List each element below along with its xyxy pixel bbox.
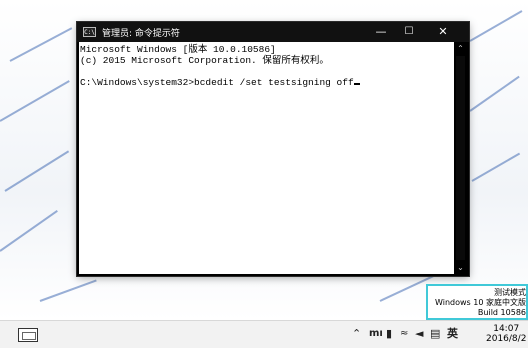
task-view-button[interactable]	[18, 328, 38, 342]
network-icon: ≈	[400, 328, 409, 339]
show-hidden-icons-button[interactable]: ⌃	[352, 327, 361, 341]
mi-icon: mı	[369, 328, 383, 339]
wallpaper-streak	[0, 80, 70, 122]
command-prompt-window[interactable]: C:\ 管理员: 命令提示符 — ☐ ✕ Microsoft Windows […	[77, 22, 469, 276]
system-clock[interactable]: 14:07 2016/8/2	[486, 324, 526, 344]
window-titlebar[interactable]: C:\ 管理员: 命令提示符 — ☐ ✕	[77, 22, 469, 42]
vertical-scrollbar[interactable]: ⌃ ⌄	[454, 42, 467, 274]
wallpaper-streak	[39, 279, 97, 302]
wallpaper-streak	[4, 150, 70, 192]
taskbar: ⌃ mı ▮ ≈ ◄ ▤ 英 14:07 2016/8/2	[0, 320, 528, 348]
close-button[interactable]: ✕	[429, 22, 457, 42]
action-center-button[interactable]: ▤	[430, 327, 440, 341]
clock-time: 14:07	[493, 324, 520, 334]
volume-icon: ◄	[415, 327, 424, 340]
minimize-icon: —	[375, 25, 387, 38]
scroll-down-button[interactable]: ⌄	[454, 261, 467, 274]
maximize-button[interactable]: ☐	[395, 22, 423, 42]
wallpaper-streak	[9, 27, 73, 62]
mi-tray-button[interactable]: mı	[369, 327, 383, 341]
console-line: ​	[80, 66, 454, 77]
wallpaper-streak	[469, 75, 520, 112]
watermark-line-1: 测试模式	[494, 288, 526, 297]
chevron-up-icon: ⌃	[352, 327, 362, 340]
battery-button[interactable]: ▮	[386, 327, 392, 341]
minimize-button[interactable]: —	[367, 22, 395, 42]
chevron-up-icon: ⌃	[457, 44, 464, 53]
console-app-icon: C:\	[83, 27, 96, 37]
scroll-up-button[interactable]: ⌃	[454, 42, 467, 55]
watermark-line-2: Windows 10 家庭中文版	[435, 298, 526, 307]
chevron-down-icon: ⌄	[457, 263, 464, 272]
console-output[interactable]: Microsoft Windows [版本 10.0.10586] (c) 201…	[79, 42, 454, 274]
network-button[interactable]: ≈	[400, 327, 408, 341]
watermark-line-3: Build 10586	[477, 308, 526, 317]
console-line: (c) 2015 Microsoft Corporation. 保留所有权利。	[80, 55, 329, 66]
console-command: C:\Windows\system32>bcdedit /set testsig…	[80, 77, 354, 88]
scrollbar-track[interactable]	[456, 56, 465, 260]
maximize-icon: ☐	[404, 26, 414, 37]
action-center-icon: ▤	[430, 327, 441, 340]
wallpaper-streak	[0, 210, 58, 252]
console-line: Microsoft Windows [版本 10.0.10586]	[80, 44, 276, 55]
wallpaper-streak	[469, 10, 523, 42]
ime-indicator[interactable]: 英	[447, 327, 458, 341]
window-title: 管理员: 命令提示符	[102, 29, 180, 39]
console-prompt-line[interactable]: C:\Windows\system32>bcdedit /set testsig…	[80, 77, 454, 88]
text-cursor	[353, 83, 360, 85]
test-mode-watermark: 测试模式 Windows 10 家庭中文版 Build 10586	[426, 284, 528, 320]
clock-date: 2016/8/2	[486, 334, 527, 344]
battery-icon: ▮	[386, 327, 393, 340]
close-icon: ✕	[438, 25, 448, 38]
wallpaper-streak	[471, 152, 521, 182]
volume-button[interactable]: ◄	[415, 327, 423, 341]
